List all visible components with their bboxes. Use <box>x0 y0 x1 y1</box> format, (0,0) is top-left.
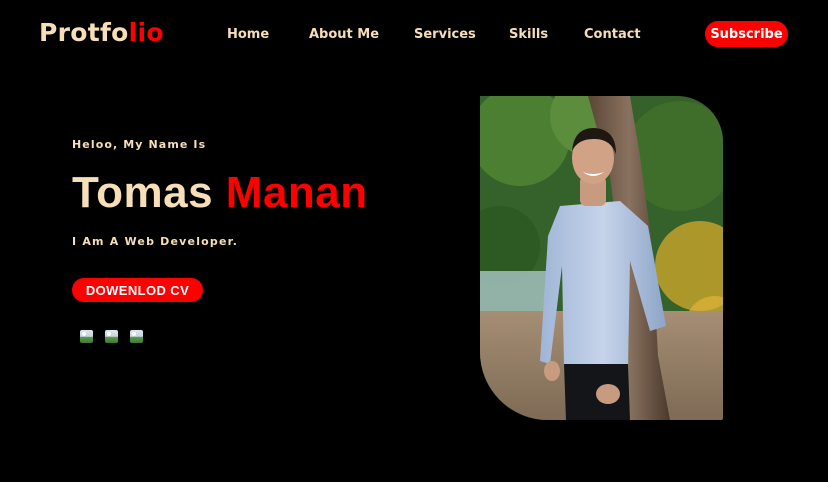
broken-image-icon[interactable] <box>80 330 93 343</box>
hero-first-name: Tomas <box>72 168 214 217</box>
logo-part-1: Protfo <box>39 18 129 47</box>
hero-last-name: Manan <box>225 168 368 217</box>
hero-greeting: Heloo, My Name Is <box>72 138 207 151</box>
logo[interactable]: Protfolio <box>39 18 164 47</box>
nav-link-home[interactable]: Home <box>227 27 269 42</box>
nav-link-skills[interactable]: Skills <box>509 27 548 42</box>
profile-photo <box>480 96 723 420</box>
nav-link-services[interactable]: Services <box>414 27 476 42</box>
nav-link-about-me[interactable]: About Me <box>309 27 379 42</box>
broken-image-icon[interactable] <box>105 330 118 343</box>
hero-role: I Am A Web Developer. <box>72 235 239 248</box>
subscribe-button[interactable]: Subscribe <box>705 21 788 47</box>
social-links <box>80 330 143 343</box>
download-cv-button[interactable]: DOWENLOD CV <box>72 278 203 302</box>
logo-part-2: lio <box>128 18 164 47</box>
nav-link-contact[interactable]: Contact <box>584 27 641 42</box>
broken-image-icon[interactable] <box>130 330 143 343</box>
hero-name: Tomas Manan <box>72 168 368 218</box>
